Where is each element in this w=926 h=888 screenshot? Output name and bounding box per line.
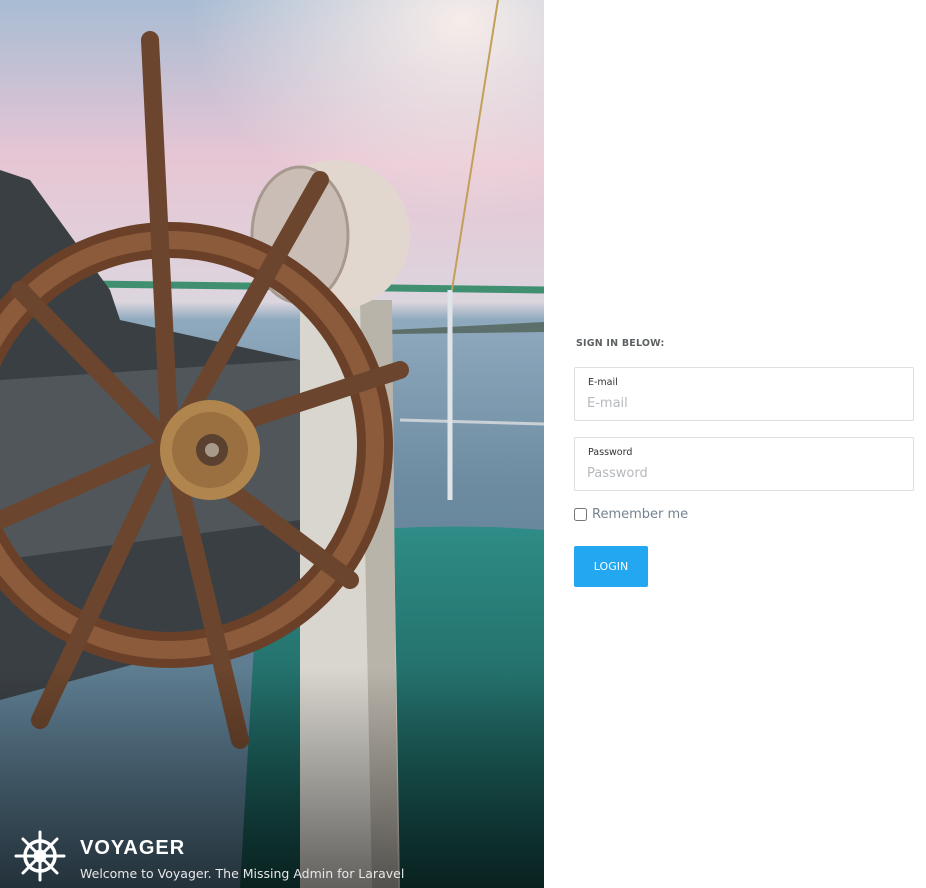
brand: VOYAGER Welcome to Voyager. The Missing … (14, 830, 404, 882)
hero-panel: VOYAGER Welcome to Voyager. The Missing … (0, 0, 544, 888)
email-label: E-mail (588, 377, 618, 388)
ship-wheel-icon (14, 830, 66, 882)
password-field[interactable]: Password (574, 437, 914, 491)
signin-heading: SIGN IN BELOW: (576, 338, 665, 349)
email-field[interactable]: E-mail (574, 367, 914, 421)
login-page: VOYAGER Welcome to Voyager. The Missing … (0, 0, 926, 888)
email-input[interactable] (587, 393, 897, 413)
login-form: SIGN IN BELOW: E-mail Password Remember … (574, 338, 914, 587)
remember-me-label[interactable]: Remember me (592, 507, 688, 522)
remember-me-checkbox[interactable] (574, 508, 587, 521)
brand-subtitle: Welcome to Voyager. The Missing Admin fo… (80, 866, 405, 881)
brand-text: VOYAGER Welcome to Voyager. The Missing … (80, 830, 404, 881)
brand-title: VOYAGER (80, 837, 186, 859)
remember-me: Remember me (574, 507, 914, 522)
password-label: Password (588, 447, 633, 458)
login-button[interactable]: LOGIN (574, 546, 648, 587)
password-input[interactable] (587, 463, 897, 483)
